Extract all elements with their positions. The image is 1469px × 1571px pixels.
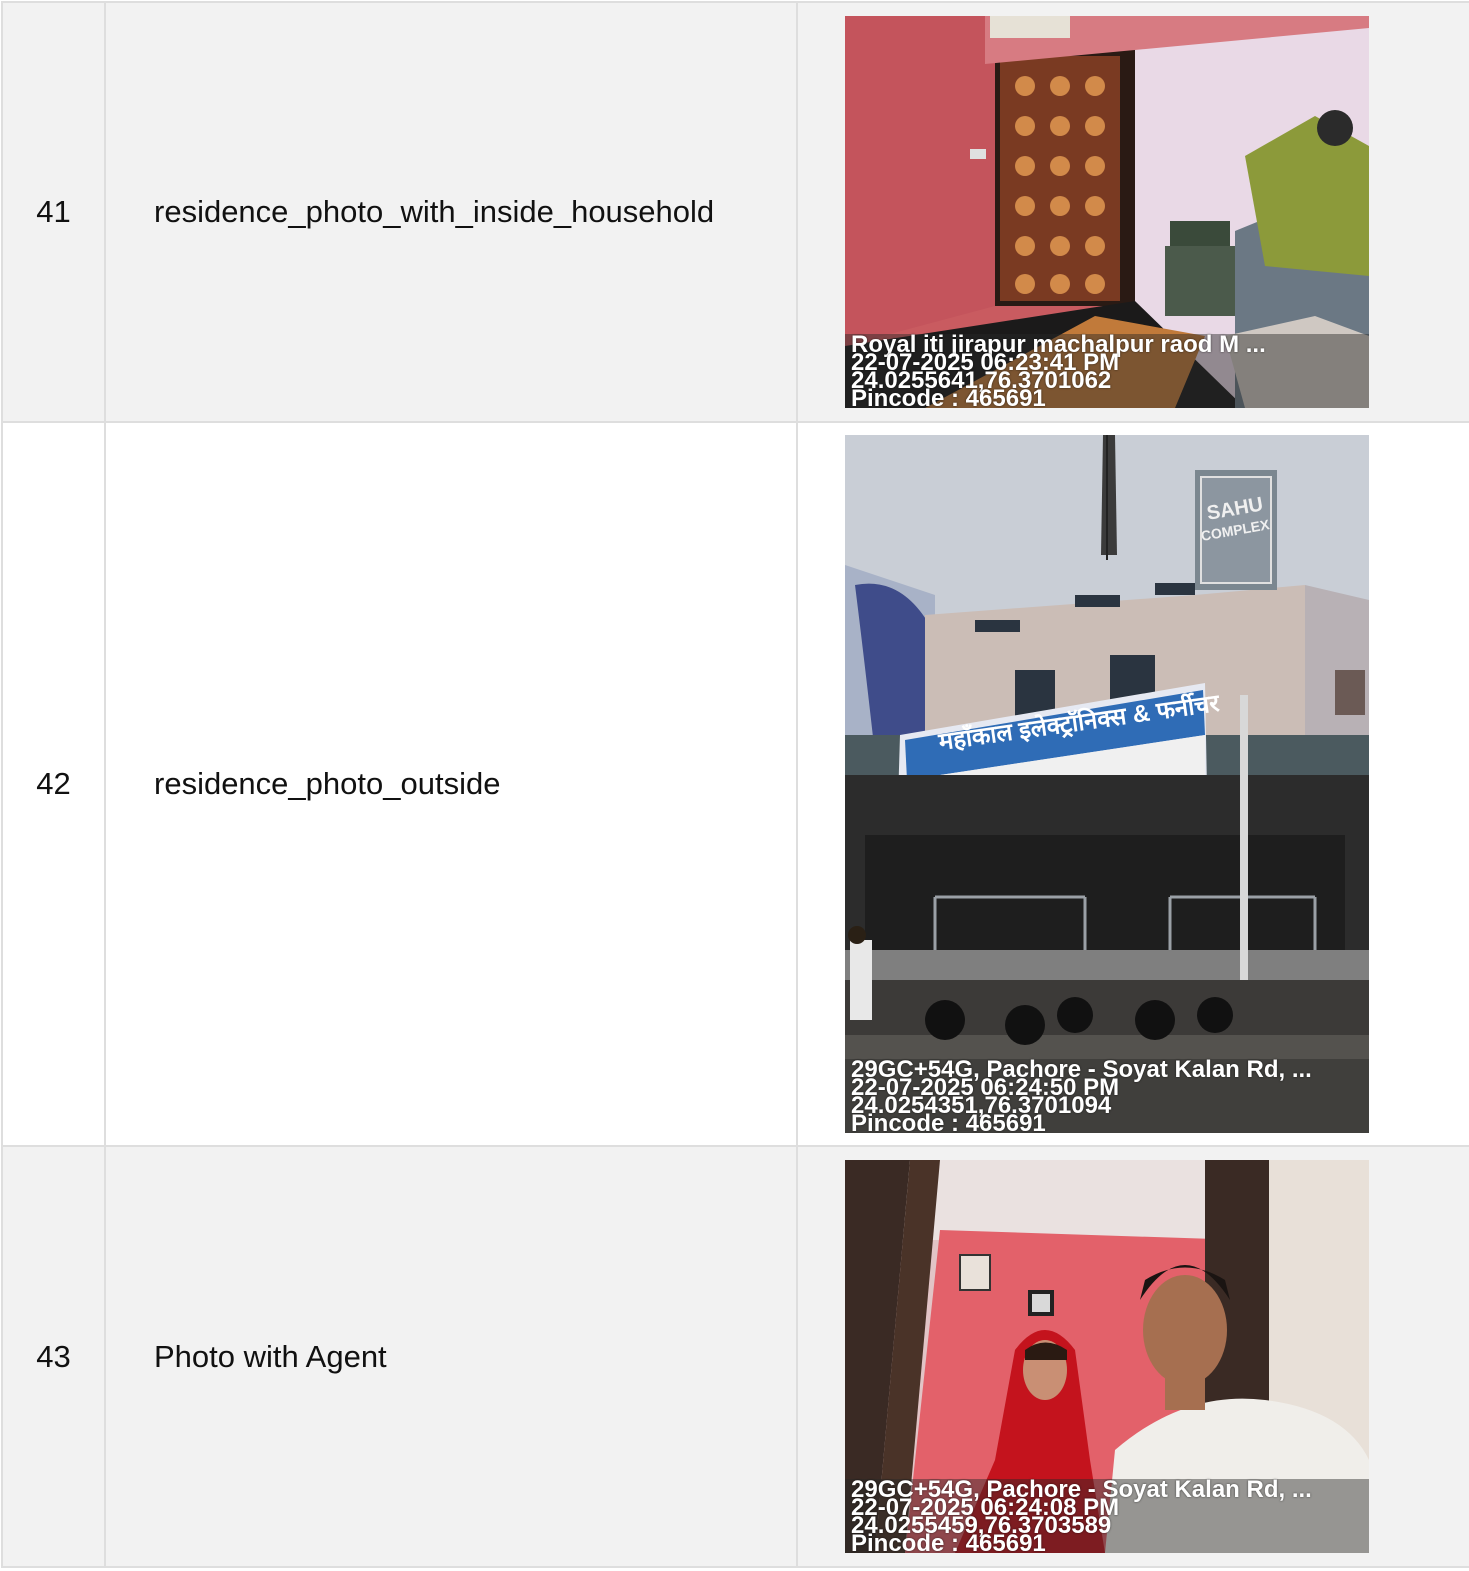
photo-cell: Royal iti jirapur machalpur raod M ... 2…	[796, 1, 1469, 423]
photo-cell: SAHU COMPLEX महाँकाल इलेक्ट्रॉनिक्स & फर…	[796, 421, 1469, 1147]
agent-photo[interactable]: 29GC+54G, Pachore - Soyat Kalan Rd, ... …	[845, 1160, 1369, 1553]
photo-stamp: Royal iti jirapur machalpur raod M ... 2…	[845, 333, 1369, 408]
photo-cell: 29GC+54G, Pachore - Soyat Kalan Rd, ... …	[796, 1145, 1469, 1568]
table-row: 42 residence_photo_outside SAHU COMPLEX	[1, 421, 1469, 1147]
row-label: Photo with Agent	[104, 1145, 798, 1568]
row-label: residence_photo_outside	[104, 421, 798, 1147]
table-row: 41 residence_photo_with_inside_household	[1, 1, 1469, 423]
row-index: 41	[1, 1, 106, 423]
photo-stamp: 29GC+54G, Pachore - Soyat Kalan Rd, ... …	[845, 1478, 1369, 1553]
row-label: residence_photo_with_inside_household	[104, 1, 798, 423]
residence-inside-photo[interactable]: Royal iti jirapur machalpur raod M ... 2…	[845, 16, 1369, 408]
photo-stamp: 29GC+54G, Pachore - Soyat Kalan Rd, ... …	[845, 1058, 1369, 1133]
photo-table: 41 residence_photo_with_inside_household	[1, 1, 1469, 1568]
table-row: 43 Photo with Agent 29GC+54G, Pachore - …	[1, 1145, 1469, 1568]
row-index: 43	[1, 1145, 106, 1568]
row-index: 42	[1, 421, 106, 1147]
residence-outside-photo[interactable]: SAHU COMPLEX महाँकाल इलेक्ट्रॉनिक्स & फर…	[845, 435, 1369, 1133]
